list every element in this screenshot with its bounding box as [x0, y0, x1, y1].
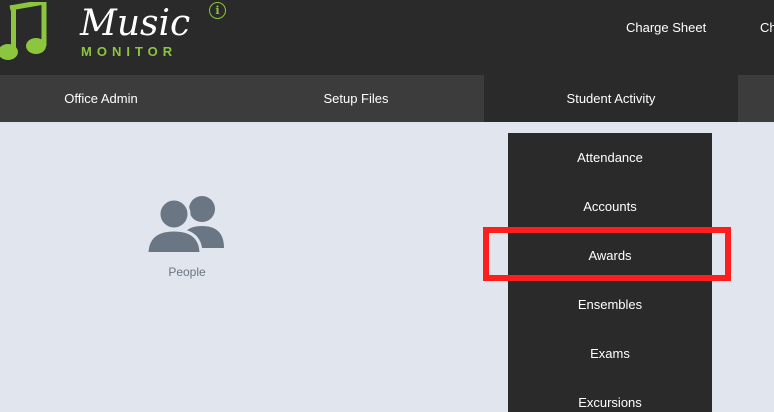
- main-nav: Office Admin Setup Files Student Activit…: [0, 75, 774, 122]
- dropdown-item-ensembles[interactable]: Ensembles: [508, 280, 712, 329]
- people-label: People: [168, 265, 206, 279]
- dropdown-item-awards[interactable]: Awards: [508, 231, 712, 280]
- dropdown-item-excursions[interactable]: Excursions: [508, 378, 712, 412]
- music-note-icon: [0, 2, 47, 60]
- logo-subtitle: MONITOR: [81, 44, 178, 59]
- people-tile[interactable]: People: [137, 192, 237, 279]
- nav-setup-files[interactable]: Setup Files: [230, 75, 482, 122]
- top-header: Music MONITOR i Charge Sheet Ch: [0, 0, 774, 75]
- charge-sheet-link[interactable]: Charge Sheet: [626, 20, 706, 35]
- logo-title: Music: [80, 3, 191, 44]
- info-icon[interactable]: i: [209, 2, 226, 19]
- people-icon: [145, 196, 224, 256]
- dropdown-item-accounts[interactable]: Accounts: [508, 182, 712, 231]
- nav-student-activity[interactable]: Student Activity: [484, 75, 738, 122]
- truncated-top-link[interactable]: Ch: [760, 20, 774, 35]
- dropdown-item-exams[interactable]: Exams: [508, 329, 712, 378]
- dropdown-item-attendance[interactable]: Attendance: [508, 133, 712, 182]
- student-activity-dropdown: Attendance Accounts Awards Ensembles Exa…: [508, 133, 712, 412]
- nav-office-admin[interactable]: Office Admin: [0, 75, 202, 122]
